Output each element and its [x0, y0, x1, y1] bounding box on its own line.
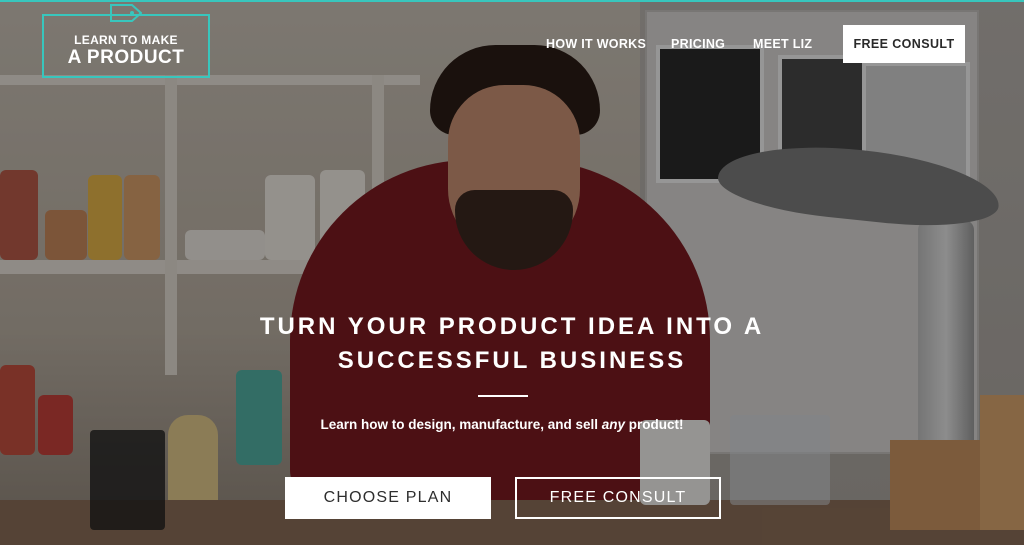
hero-sub-emphasis: any [601, 417, 626, 432]
choose-plan-button[interactable]: CHOOSE PLAN [285, 477, 491, 519]
hero-divider [478, 395, 528, 397]
site-logo[interactable]: LEARN TO MAKE A PRODUCT [42, 4, 210, 78]
free-consult-nav-button[interactable]: FREE CONSULT [843, 25, 965, 63]
price-tag-icon [110, 4, 142, 22]
free-consult-hero-button[interactable]: FREE CONSULT [515, 477, 721, 519]
logo-line-2: A PRODUCT [67, 47, 185, 68]
hero-headline-line-1: TURN YOUR PRODUCT IDEA INTO A [259, 313, 765, 340]
hero-sub-text: Learn how to design, manufacture, and se… [320, 417, 602, 432]
hero-headline: TURN YOUR PRODUCT IDEA INTO A SUCCESSFUL… [0, 310, 1024, 378]
hero-sub-text-end: product! [625, 417, 684, 432]
nav-meet-liz[interactable]: MEET LIZ [753, 37, 812, 51]
top-accent-bar [0, 0, 1024, 2]
logo-line-1: LEARN TO MAKE [74, 33, 178, 47]
hero-headline-line-2: SUCCESSFUL BUSINESS [337, 347, 687, 374]
nav-how-it-works[interactable]: HOW IT WORKS [546, 37, 646, 51]
nav-pricing[interactable]: PRICING [671, 37, 725, 51]
hero-background-photo [0, 0, 1024, 545]
hero-subheading: Learn how to design, manufacture, and se… [0, 417, 1004, 432]
